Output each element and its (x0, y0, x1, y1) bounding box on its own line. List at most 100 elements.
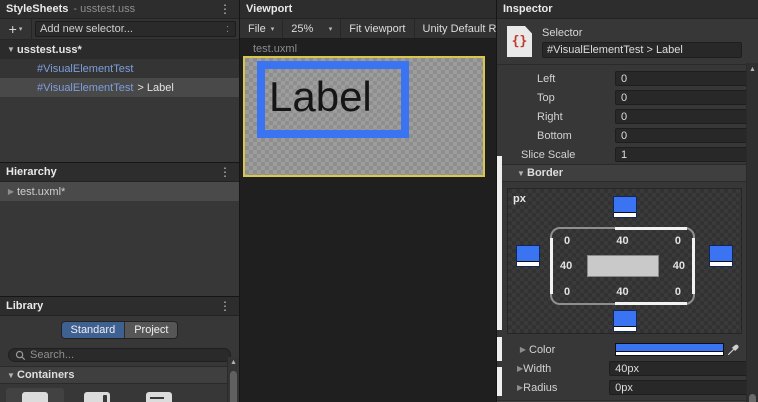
library-item-scrollview[interactable] (68, 388, 126, 402)
foldout-open-icon[interactable]: ▼ (5, 45, 17, 54)
right-input[interactable] (615, 109, 758, 124)
border-center-content-box (586, 255, 659, 277)
library-item-tiles (0, 384, 239, 402)
selector-value-field[interactable]: #VisualElementTest > Label (542, 42, 742, 58)
radius-top-left-value[interactable]: 0 (564, 235, 570, 247)
border-top-highlight (615, 227, 687, 230)
unity-ui-builder-window: StyleSheets - usstest.uss ⋮ + ▾ : ▼ usst… (0, 0, 758, 402)
border-unit-label[interactable]: px (513, 193, 526, 205)
canvas-area[interactable]: test.uxml Label (240, 39, 496, 402)
viewport-panel: Viewport File ▾ 25% ▾ Fit viewport Unity… (240, 0, 497, 402)
library-search (8, 348, 231, 362)
selector-label-rest: > Label (137, 81, 174, 94)
canvas-document-label[interactable]: test.uxml (253, 43, 297, 55)
dropdown-arrow-icon: ▾ (18, 26, 23, 33)
plus-icon: + (8, 21, 17, 37)
tree-item-selector1[interactable]: #VisualElementTest (0, 59, 239, 78)
border-left-color-swatch[interactable] (516, 245, 540, 267)
scroll-view-icon (84, 392, 110, 402)
border-right-highlight (692, 238, 695, 294)
library-title: Library (6, 300, 44, 312)
foldout-open-icon[interactable]: ▼ (5, 371, 17, 380)
library-tabs: Standard Project (0, 316, 239, 343)
foldout-closed-icon[interactable]: ▶ (5, 187, 17, 196)
radius-top-right-value[interactable]: 0 (675, 235, 681, 247)
library-scrollbar[interactable]: ▲ (227, 357, 239, 402)
inspector-scrollbar[interactable]: ▲ (746, 63, 758, 402)
field-row-right: Right - (497, 107, 758, 126)
border-bottom-color-swatch[interactable] (612, 310, 637, 332)
foldout-open-icon[interactable]: ▼ (515, 169, 527, 178)
fit-viewport-label: Fit viewport (349, 22, 406, 35)
selector-summary: {} Selector #VisualElementTest > Label (497, 19, 758, 64)
slice-fields: Left - Top - Right - Bottom - Slice Scal… (497, 65, 758, 164)
library-search-input[interactable] (30, 349, 224, 361)
foldout-closed-icon[interactable]: ▶ (517, 345, 529, 354)
scrollbar-up-icon[interactable]: ▲ (747, 63, 758, 73)
border-right-color-swatch[interactable] (709, 245, 733, 267)
design-canvas[interactable]: Label (243, 56, 485, 177)
border-bottom-width-value[interactable]: 40 (616, 286, 628, 298)
list-view-icon (146, 392, 172, 402)
border-bottom-highlight (615, 302, 687, 305)
library-item-visualelement[interactable] (6, 388, 64, 402)
viewport-toolbar: File ▾ 25% ▾ Fit viewport Unity Default … (240, 19, 496, 39)
add-selector-input[interactable] (40, 23, 224, 35)
library-header: Library ⋮ (0, 297, 239, 316)
selector-label: Selector (542, 27, 583, 39)
radius-bottom-left-value[interactable]: 0 (564, 286, 570, 298)
tree-item-usstest[interactable]: ▼ usstest.uss* (0, 40, 239, 59)
theme-label: Unity Default Runtime Th (422, 22, 497, 35)
dropdown-arrow-icon: ▾ (328, 25, 333, 33)
scrollbar-thumb[interactable] (230, 371, 237, 402)
radius-row: ▶ Radius (497, 378, 758, 397)
fit-viewport-button[interactable]: Fit viewport (341, 19, 415, 38)
top-input[interactable] (615, 90, 758, 105)
file-menu-label: File (248, 22, 266, 35)
radius-bottom-right-value[interactable]: 0 (675, 286, 681, 298)
slice-scale-input[interactable] (615, 147, 758, 162)
border-width-widget: px 0 40 0 40 40 0 40 0 (507, 188, 742, 334)
kebab-menu-icon[interactable]: ⋮ (217, 166, 233, 178)
hierarchy-item-testuxml[interactable]: ▶ test.uxml* (0, 182, 239, 201)
color-row: ▶ Color (497, 340, 758, 359)
zoom-level-value: 25% (291, 22, 314, 35)
inspector-panel: Inspector {} Selector #VisualElementTest… (497, 0, 758, 402)
kebab-menu-icon[interactable]: ⋮ (217, 300, 233, 312)
stylesheets-header: StyleSheets - usstest.uss ⋮ (0, 0, 239, 19)
field-label: Slice Scale (521, 148, 576, 161)
eyedropper-icon[interactable] (727, 344, 742, 356)
add-selector-button[interactable]: + ▾ (0, 19, 32, 39)
label-element[interactable]: Label (257, 61, 409, 138)
tree-item-selector2-selected[interactable]: #VisualElementTest > Label (0, 78, 239, 97)
file-menu-button[interactable]: File ▾ (240, 19, 284, 38)
border-right-width-value[interactable]: 40 (673, 260, 685, 272)
containers-section-header[interactable]: ▼ Containers (0, 366, 239, 384)
viewport-header: Viewport (240, 0, 496, 19)
selector-label: #VisualElementTest (37, 62, 134, 75)
border-width-input[interactable] (609, 361, 758, 376)
border-left-width-value[interactable]: 40 (560, 260, 572, 272)
scrollbar-thumb[interactable] (749, 394, 756, 402)
selector-label-base: #VisualElementTest (37, 81, 134, 94)
border-section-header[interactable]: ▼ Border (497, 164, 758, 182)
left-column: StyleSheets - usstest.uss ⋮ + ▾ : ▼ usst… (0, 0, 240, 402)
stylesheets-title: StyleSheets (6, 3, 69, 15)
bottom-input[interactable] (615, 128, 758, 143)
stylesheets-tree: ▼ usstest.uss* #VisualElementTest #Visua… (0, 40, 239, 162)
border-top-width-value[interactable]: 40 (616, 235, 628, 247)
border-color-field[interactable] (615, 343, 724, 356)
library-item-listview[interactable] (130, 388, 188, 402)
theme-dropdown[interactable]: Unity Default Runtime Th (415, 19, 497, 38)
hierarchy-panel: Hierarchy ⋮ ▶ test.uxml* (0, 163, 239, 297)
kebab-menu-icon[interactable]: ⋮ (217, 3, 233, 15)
tab-project[interactable]: Project (124, 322, 178, 338)
border-top-color-swatch[interactable] (612, 196, 637, 218)
tab-standard[interactable]: Standard (61, 322, 125, 338)
left-input[interactable] (615, 71, 758, 86)
border-radius-input[interactable] (609, 380, 758, 395)
scrollbar-up-icon[interactable]: ▲ (228, 357, 239, 366)
inspector-header: Inspector (497, 0, 758, 19)
pseudo-state-hint[interactable]: : (224, 23, 231, 35)
zoom-dropdown[interactable]: 25% ▾ (283, 19, 342, 38)
